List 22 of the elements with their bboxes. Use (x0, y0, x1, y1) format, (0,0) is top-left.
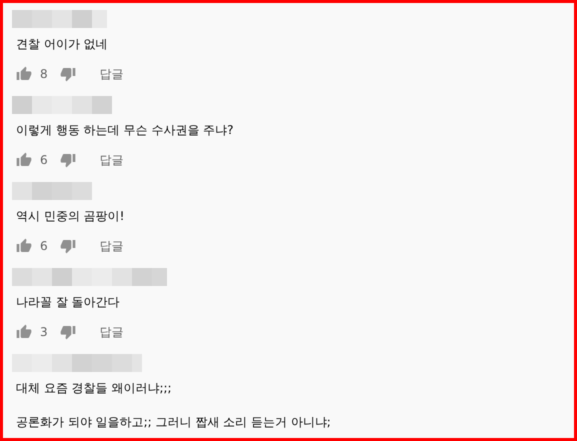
thumbs-down-icon[interactable] (60, 66, 76, 82)
like-count: 6 (40, 152, 48, 169)
thumbs-down-icon[interactable] (60, 152, 76, 168)
like-count: 6 (40, 238, 48, 255)
thumbs-down-icon[interactable] (60, 324, 76, 340)
comment-text: 이렇게 행동 하는데 무슨 수사권을 주냐? (16, 122, 234, 139)
like-count: 3 (40, 324, 48, 341)
comment-text: 공론화가 되야 일을하고;; 그러니 짭새 소리 듣는거 아니냐; (16, 414, 332, 431)
comment-text: 나라꼴 잘 돌아간다 (16, 294, 121, 311)
reply-button[interactable]: 답글 (100, 237, 124, 255)
thumbs-down-icon[interactable] (60, 238, 76, 254)
thumbs-up-icon[interactable] (16, 152, 32, 168)
thumbs-up-icon[interactable] (16, 324, 32, 340)
like-count: 8 (40, 66, 48, 83)
reply-button[interactable]: 답글 (100, 151, 124, 169)
reply-button[interactable]: 답글 (100, 65, 124, 83)
reply-button[interactable]: 답글 (100, 323, 124, 341)
comment-text: 역시 민중의 곰팡이! (16, 208, 126, 225)
comment-text: 견찰 어이가 없네 (16, 36, 109, 53)
thumbs-up-icon[interactable] (16, 238, 32, 254)
thumbs-up-icon[interactable] (16, 66, 32, 82)
comment-text: 대체 요즘 경찰들 왜이러냐;;; (16, 380, 173, 397)
